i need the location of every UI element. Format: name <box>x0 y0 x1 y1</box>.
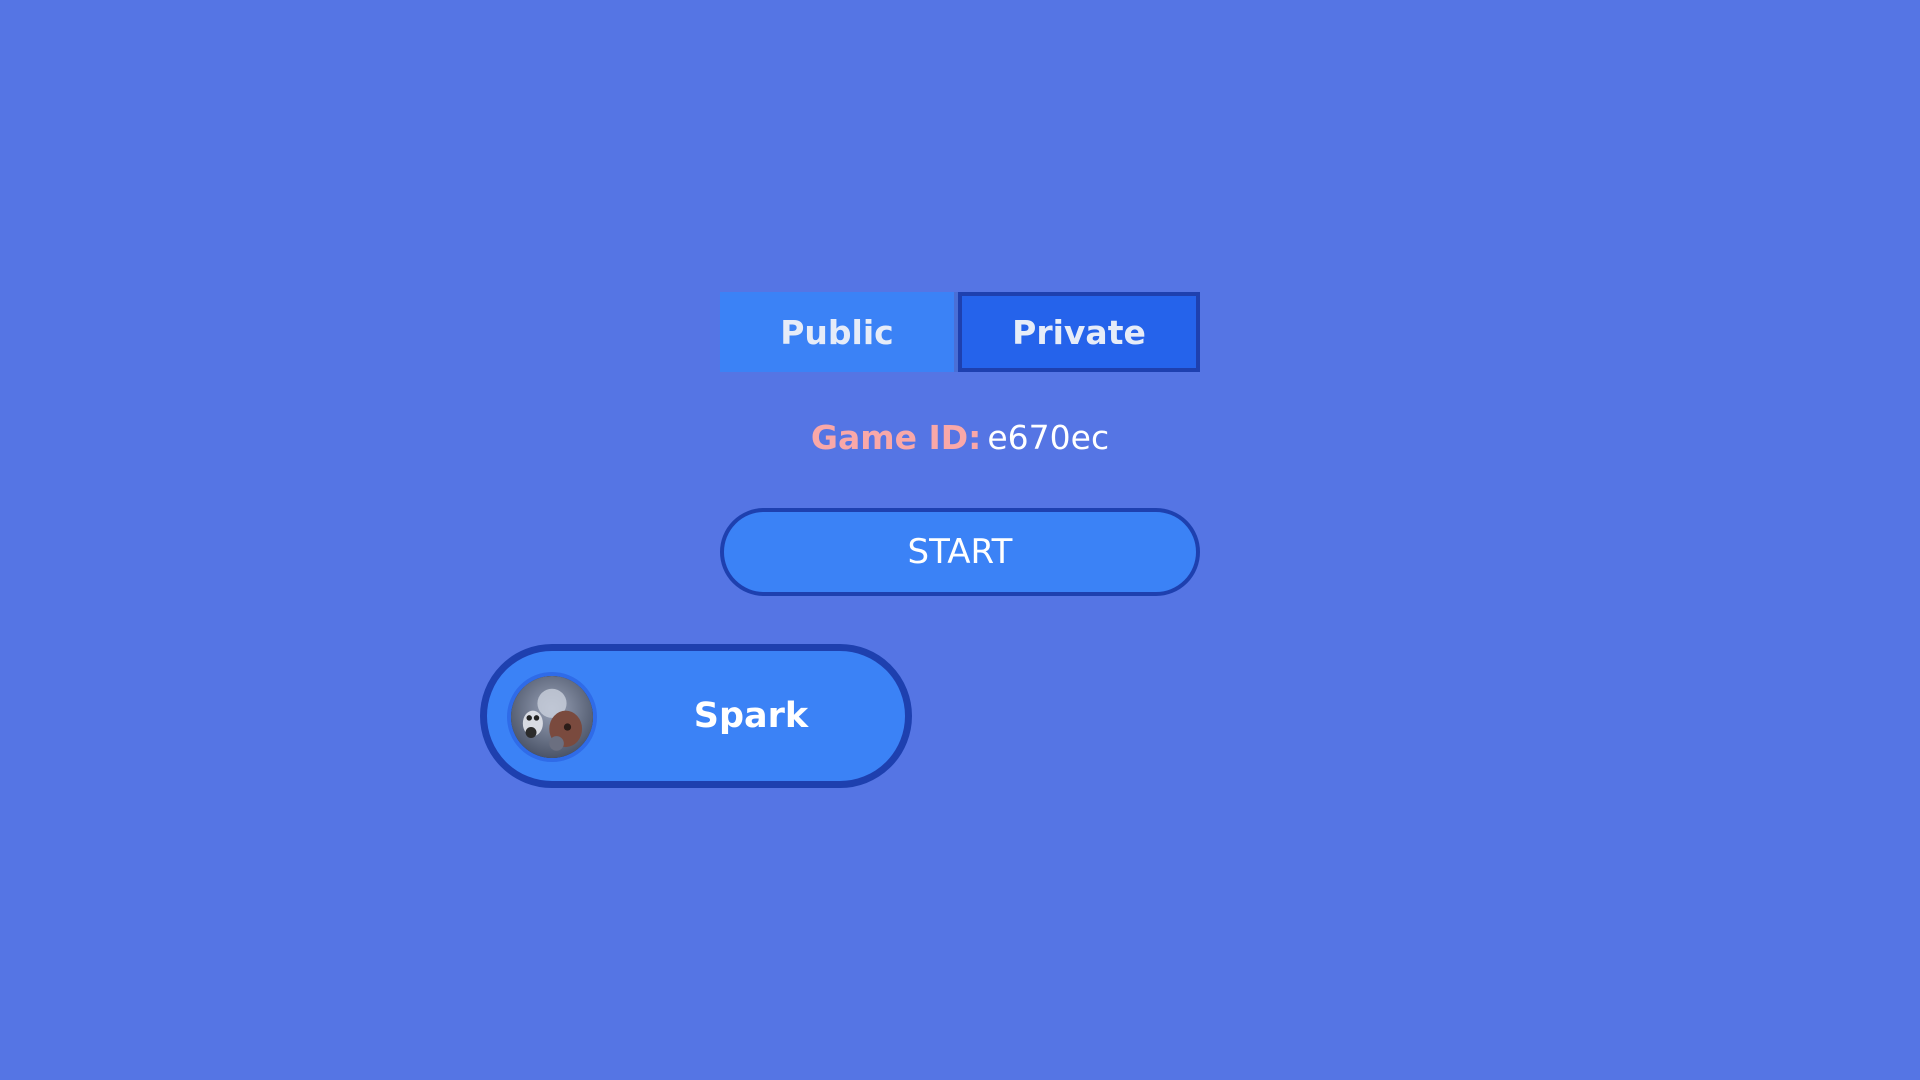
player-avatar-image <box>511 676 593 758</box>
game-id-display: Game ID: e670ec <box>720 418 1200 457</box>
public-mode-button[interactable]: Public <box>720 292 958 372</box>
game-id-label: Game ID: <box>810 418 982 457</box>
lobby-screen: Public Private Game ID: e670ec START Spa… <box>0 0 1920 1080</box>
private-mode-button[interactable]: Private <box>958 292 1200 372</box>
player-card: Spark <box>480 644 912 788</box>
start-button[interactable]: START <box>720 508 1200 596</box>
visibility-toggle: Public Private <box>720 292 1200 372</box>
player-name: Spark <box>693 696 809 736</box>
player-avatar <box>507 672 597 762</box>
game-id-value: e670ec <box>987 418 1110 457</box>
